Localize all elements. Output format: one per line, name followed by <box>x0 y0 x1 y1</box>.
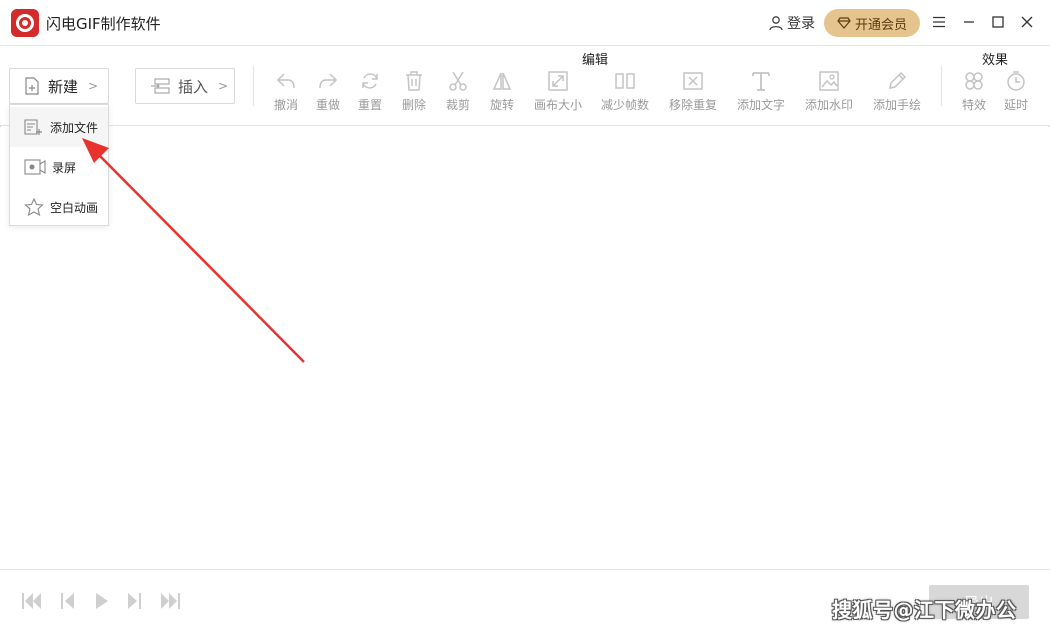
scissors-icon <box>449 71 467 91</box>
title-bar: 闪电GIF制作软件 登录 开通会员 <box>0 0 1050 46</box>
rotate-button[interactable]: 旋转 <box>474 70 530 113</box>
reset-icon <box>362 73 378 89</box>
insert-icon <box>151 78 170 94</box>
menu-item-screen-record[interactable]: 录屏 <box>10 147 108 187</box>
insert-label: 插入 <box>178 77 209 96</box>
app-title: 闪电GIF制作软件 <box>46 15 161 33</box>
add-file-icon <box>24 119 42 135</box>
canvas-size-button[interactable]: 画布大小 <box>530 70 586 113</box>
add-text-label: 添加文字 <box>736 98 785 112</box>
delay-button[interactable]: 延时 <box>988 70 1044 113</box>
maximize-button[interactable] <box>987 11 1009 33</box>
frames-icon <box>615 73 635 89</box>
undo-icon <box>276 73 295 89</box>
add-watermark-button[interactable]: 添加水印 <box>801 70 857 113</box>
play-icon[interactable] <box>90 590 114 612</box>
rotate-label: 旋转 <box>489 98 514 112</box>
reduce-frames-button[interactable]: 减少帧数 <box>597 70 653 113</box>
first-frame-icon[interactable] <box>20 590 44 612</box>
add-text-button[interactable]: 添加文字 <box>733 70 789 113</box>
chevron-right-icon: > <box>88 79 99 93</box>
new-button[interactable]: 新建 > <box>9 68 109 104</box>
diamond-icon <box>837 17 851 29</box>
menu-item-blank-animation[interactable]: 空白动画 <box>10 187 108 227</box>
close-button[interactable] <box>1016 11 1038 33</box>
flip-icon <box>492 72 512 90</box>
close-icon <box>1021 16 1033 28</box>
login-button[interactable]: 登录 <box>768 13 815 33</box>
app-logo-icon <box>11 9 39 37</box>
add-watermark-label: 添加水印 <box>804 98 853 112</box>
toolbar: 新建 > 插入 > 编辑 撤消 重做 重置 删除 裁剪 旋转 画布大小 减少帧数 <box>0 46 1050 126</box>
menu-item-label: 添加文件 <box>50 120 99 135</box>
new-label: 新建 <box>48 77 79 96</box>
vip-button[interactable]: 开通会员 <box>824 9 920 37</box>
remove-frame-icon <box>683 72 703 90</box>
minimize-icon <box>964 21 974 23</box>
canvas-size-label: 画布大小 <box>533 98 582 112</box>
new-dropdown-menu: 添加文件 录屏 空白动画 <box>9 104 109 226</box>
canvas-area[interactable] <box>0 127 1050 569</box>
next-frame-icon[interactable] <box>122 590 146 612</box>
menu-item-label: 空白动画 <box>50 200 99 215</box>
text-icon <box>752 72 770 91</box>
delay-label: 延时 <box>1003 98 1028 112</box>
blank-animation-icon <box>24 198 44 216</box>
effects-icon <box>965 72 983 90</box>
timer-icon <box>1007 71 1025 91</box>
reduce-frames-label: 减少帧数 <box>600 98 649 112</box>
new-file-icon <box>25 77 39 95</box>
add-drawing-button[interactable]: 添加手绘 <box>869 70 925 113</box>
remove-duplicates-button[interactable]: 移除重复 <box>665 70 721 113</box>
add-drawing-label: 添加手绘 <box>872 98 921 112</box>
minimize-button[interactable] <box>958 11 980 33</box>
toolbar-divider <box>941 66 942 106</box>
toolbar-divider <box>253 66 254 106</box>
vip-label: 开通会员 <box>854 17 907 33</box>
redo-icon <box>319 73 338 89</box>
remove-duplicates-label: 移除重复 <box>668 98 717 112</box>
record-icon <box>24 159 46 175</box>
maximize-icon <box>992 16 1004 28</box>
hamburger-icon <box>933 16 945 28</box>
trash-icon <box>406 71 422 91</box>
menu-item-add-file[interactable]: 添加文件 <box>10 107 108 147</box>
resize-icon <box>548 71 568 91</box>
edit-group-label: 编辑 <box>582 53 609 68</box>
chevron-right-icon: > <box>218 79 229 93</box>
pencil-icon <box>889 71 907 89</box>
last-frame-icon[interactable] <box>158 590 182 612</box>
effects-group-label: 效果 <box>982 53 1009 68</box>
previous-frame-icon[interactable] <box>56 590 80 612</box>
user-icon <box>769 16 783 31</box>
menu-button[interactable] <box>928 11 950 33</box>
menu-item-label: 录屏 <box>52 160 77 175</box>
watermark-text: 搜狐号@江下微办公 <box>832 598 1017 622</box>
login-label: 登录 <box>787 16 815 32</box>
insert-button[interactable]: 插入 > <box>135 68 235 104</box>
watermark-icon <box>819 71 839 91</box>
playback-bar: 导出 搜狐号@江下微办公 <box>0 569 1050 631</box>
